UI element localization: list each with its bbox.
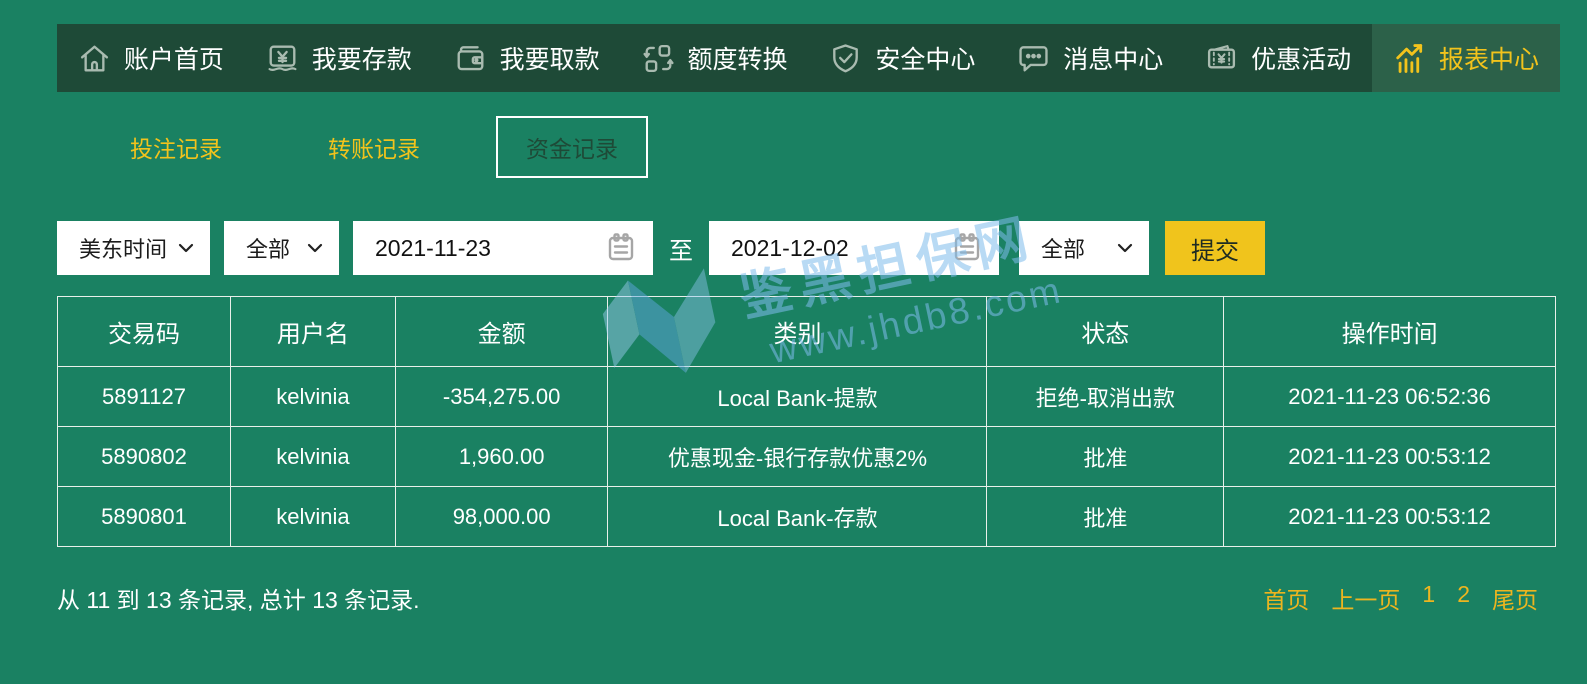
table-header-row: 交易码 用户名 金额 类别 状态 操作时间 bbox=[58, 297, 1556, 367]
date-range-to-label: 至 bbox=[667, 231, 695, 266]
nav-item-account-home[interactable]: 账户首页 bbox=[57, 24, 245, 92]
cell-status: 批准 bbox=[987, 427, 1224, 487]
chevron-down-icon bbox=[178, 243, 194, 253]
nav-item-quota-transfer[interactable]: 额度转换 bbox=[621, 24, 809, 92]
nav-item-label: 消息中心 bbox=[1063, 40, 1163, 76]
cell-username: kelvinia bbox=[231, 487, 396, 547]
calendar-icon[interactable] bbox=[949, 230, 985, 266]
cell-operation-time: 2021-11-23 06:52:36 bbox=[1224, 367, 1556, 427]
pagination-first[interactable]: 首页 bbox=[1263, 581, 1309, 615]
cell-amount: 98,000.00 bbox=[395, 487, 608, 547]
main-nav: 账户首页 我要存款 我要取款 额度转换 安全中心 消息中心 优惠活动 bbox=[57, 24, 1560, 92]
cell-status: 拒绝-取消出款 bbox=[987, 367, 1224, 427]
cell-username: kelvinia bbox=[231, 427, 396, 487]
withdraw-icon bbox=[454, 42, 487, 75]
chevron-down-icon bbox=[307, 243, 323, 253]
nav-item-label: 安全中心 bbox=[875, 40, 975, 76]
records-summary: 从 11 到 13 条记录, 总计 13 条记录. bbox=[57, 581, 420, 615]
table-row: 5890802 kelvinia 1,960.00 优惠现金-银行存款优惠2% … bbox=[58, 427, 1556, 487]
header-transaction-code: 交易码 bbox=[58, 297, 231, 367]
date-from-value: 2021-11-23 bbox=[375, 235, 491, 262]
nav-item-label: 我要取款 bbox=[500, 40, 600, 76]
tab-fund-records[interactable]: 资金记录 bbox=[496, 116, 648, 178]
nav-item-label: 报表中心 bbox=[1439, 40, 1539, 76]
nav-item-promotions[interactable]: 优惠活动 bbox=[1184, 24, 1372, 92]
cell-transaction-code: 5890802 bbox=[58, 427, 231, 487]
cell-transaction-code: 5890801 bbox=[58, 487, 231, 547]
tab-bet-records[interactable]: 投注记录 bbox=[100, 116, 252, 178]
nav-item-message-center[interactable]: 消息中心 bbox=[996, 24, 1184, 92]
timezone-select-value: 美东时间 bbox=[79, 232, 167, 264]
cell-operation-time: 2021-11-23 00:53:12 bbox=[1224, 487, 1556, 547]
pagination: 首页 上一页 1 2 尾页 bbox=[1263, 581, 1556, 615]
date-to-input[interactable]: 2021-12-02 bbox=[709, 221, 999, 275]
timezone-select[interactable]: 美东时间 bbox=[57, 221, 210, 275]
footer: 从 11 到 13 条记录, 总计 13 条记录. 首页 上一页 1 2 尾页 bbox=[57, 582, 1556, 614]
nav-item-withdraw[interactable]: 我要取款 bbox=[433, 24, 621, 92]
type-select-value: 全部 bbox=[246, 232, 290, 264]
pagination-last[interactable]: 尾页 bbox=[1492, 581, 1538, 615]
table-row: 5891127 kelvinia -354,275.00 Local Bank-… bbox=[58, 367, 1556, 427]
transfer-icon bbox=[642, 42, 675, 75]
cell-transaction-code: 5891127 bbox=[58, 367, 231, 427]
header-username: 用户名 bbox=[231, 297, 396, 367]
nav-item-security-center[interactable]: 安全中心 bbox=[809, 24, 997, 92]
date-to-value: 2021-12-02 bbox=[731, 235, 849, 262]
submit-button[interactable]: 提交 bbox=[1165, 221, 1265, 275]
pagination-prev[interactable]: 上一页 bbox=[1331, 581, 1400, 615]
cell-category: Local Bank-提款 bbox=[608, 367, 987, 427]
nav-item-label: 我要存款 bbox=[312, 40, 412, 76]
date-from-input[interactable]: 2021-11-23 bbox=[353, 221, 653, 275]
header-status: 状态 bbox=[987, 297, 1224, 367]
pagination-page-1[interactable]: 1 bbox=[1422, 581, 1435, 615]
cell-amount: -354,275.00 bbox=[395, 367, 608, 427]
chevron-down-icon bbox=[1117, 243, 1133, 253]
home-icon bbox=[78, 42, 111, 75]
cell-category: Local Bank-存款 bbox=[608, 487, 987, 547]
nav-item-label: 优惠活动 bbox=[1251, 40, 1351, 76]
cell-category: 优惠现金-银行存款优惠2% bbox=[608, 427, 987, 487]
cell-amount: 1,960.00 bbox=[395, 427, 608, 487]
status-select-value: 全部 bbox=[1041, 232, 1085, 264]
tab-transfer-records[interactable]: 转账记录 bbox=[298, 116, 450, 178]
type-select[interactable]: 全部 bbox=[224, 221, 339, 275]
nav-item-deposit[interactable]: 我要存款 bbox=[245, 24, 433, 92]
nav-item-label: 额度转换 bbox=[688, 40, 788, 76]
promo-icon bbox=[1205, 42, 1238, 75]
nav-item-report-center[interactable]: 报表中心 bbox=[1372, 24, 1560, 92]
pagination-page-2[interactable]: 2 bbox=[1457, 581, 1470, 615]
header-amount: 金额 bbox=[395, 297, 608, 367]
nav-item-label: 账户首页 bbox=[124, 40, 224, 76]
message-icon bbox=[1017, 42, 1050, 75]
record-tabs: 投注记录 转账记录 资金记录 bbox=[100, 120, 648, 174]
cell-operation-time: 2021-11-23 00:53:12 bbox=[1224, 427, 1556, 487]
calendar-icon[interactable] bbox=[603, 230, 639, 266]
status-select[interactable]: 全部 bbox=[1019, 221, 1149, 275]
table-row: 5890801 kelvinia 98,000.00 Local Bank-存款… bbox=[58, 487, 1556, 547]
header-category: 类别 bbox=[608, 297, 987, 367]
header-operation-time: 操作时间 bbox=[1224, 297, 1556, 367]
security-icon bbox=[829, 42, 862, 75]
deposit-icon bbox=[266, 42, 299, 75]
report-icon bbox=[1393, 42, 1426, 75]
records-table: 交易码 用户名 金额 类别 状态 操作时间 5891127 kelvinia -… bbox=[57, 296, 1556, 547]
filter-bar: 美东时间 全部 2021-11-23 至 2021-12-02 全部 提交 bbox=[57, 221, 1265, 275]
cell-status: 批准 bbox=[987, 487, 1224, 547]
cell-username: kelvinia bbox=[231, 367, 396, 427]
